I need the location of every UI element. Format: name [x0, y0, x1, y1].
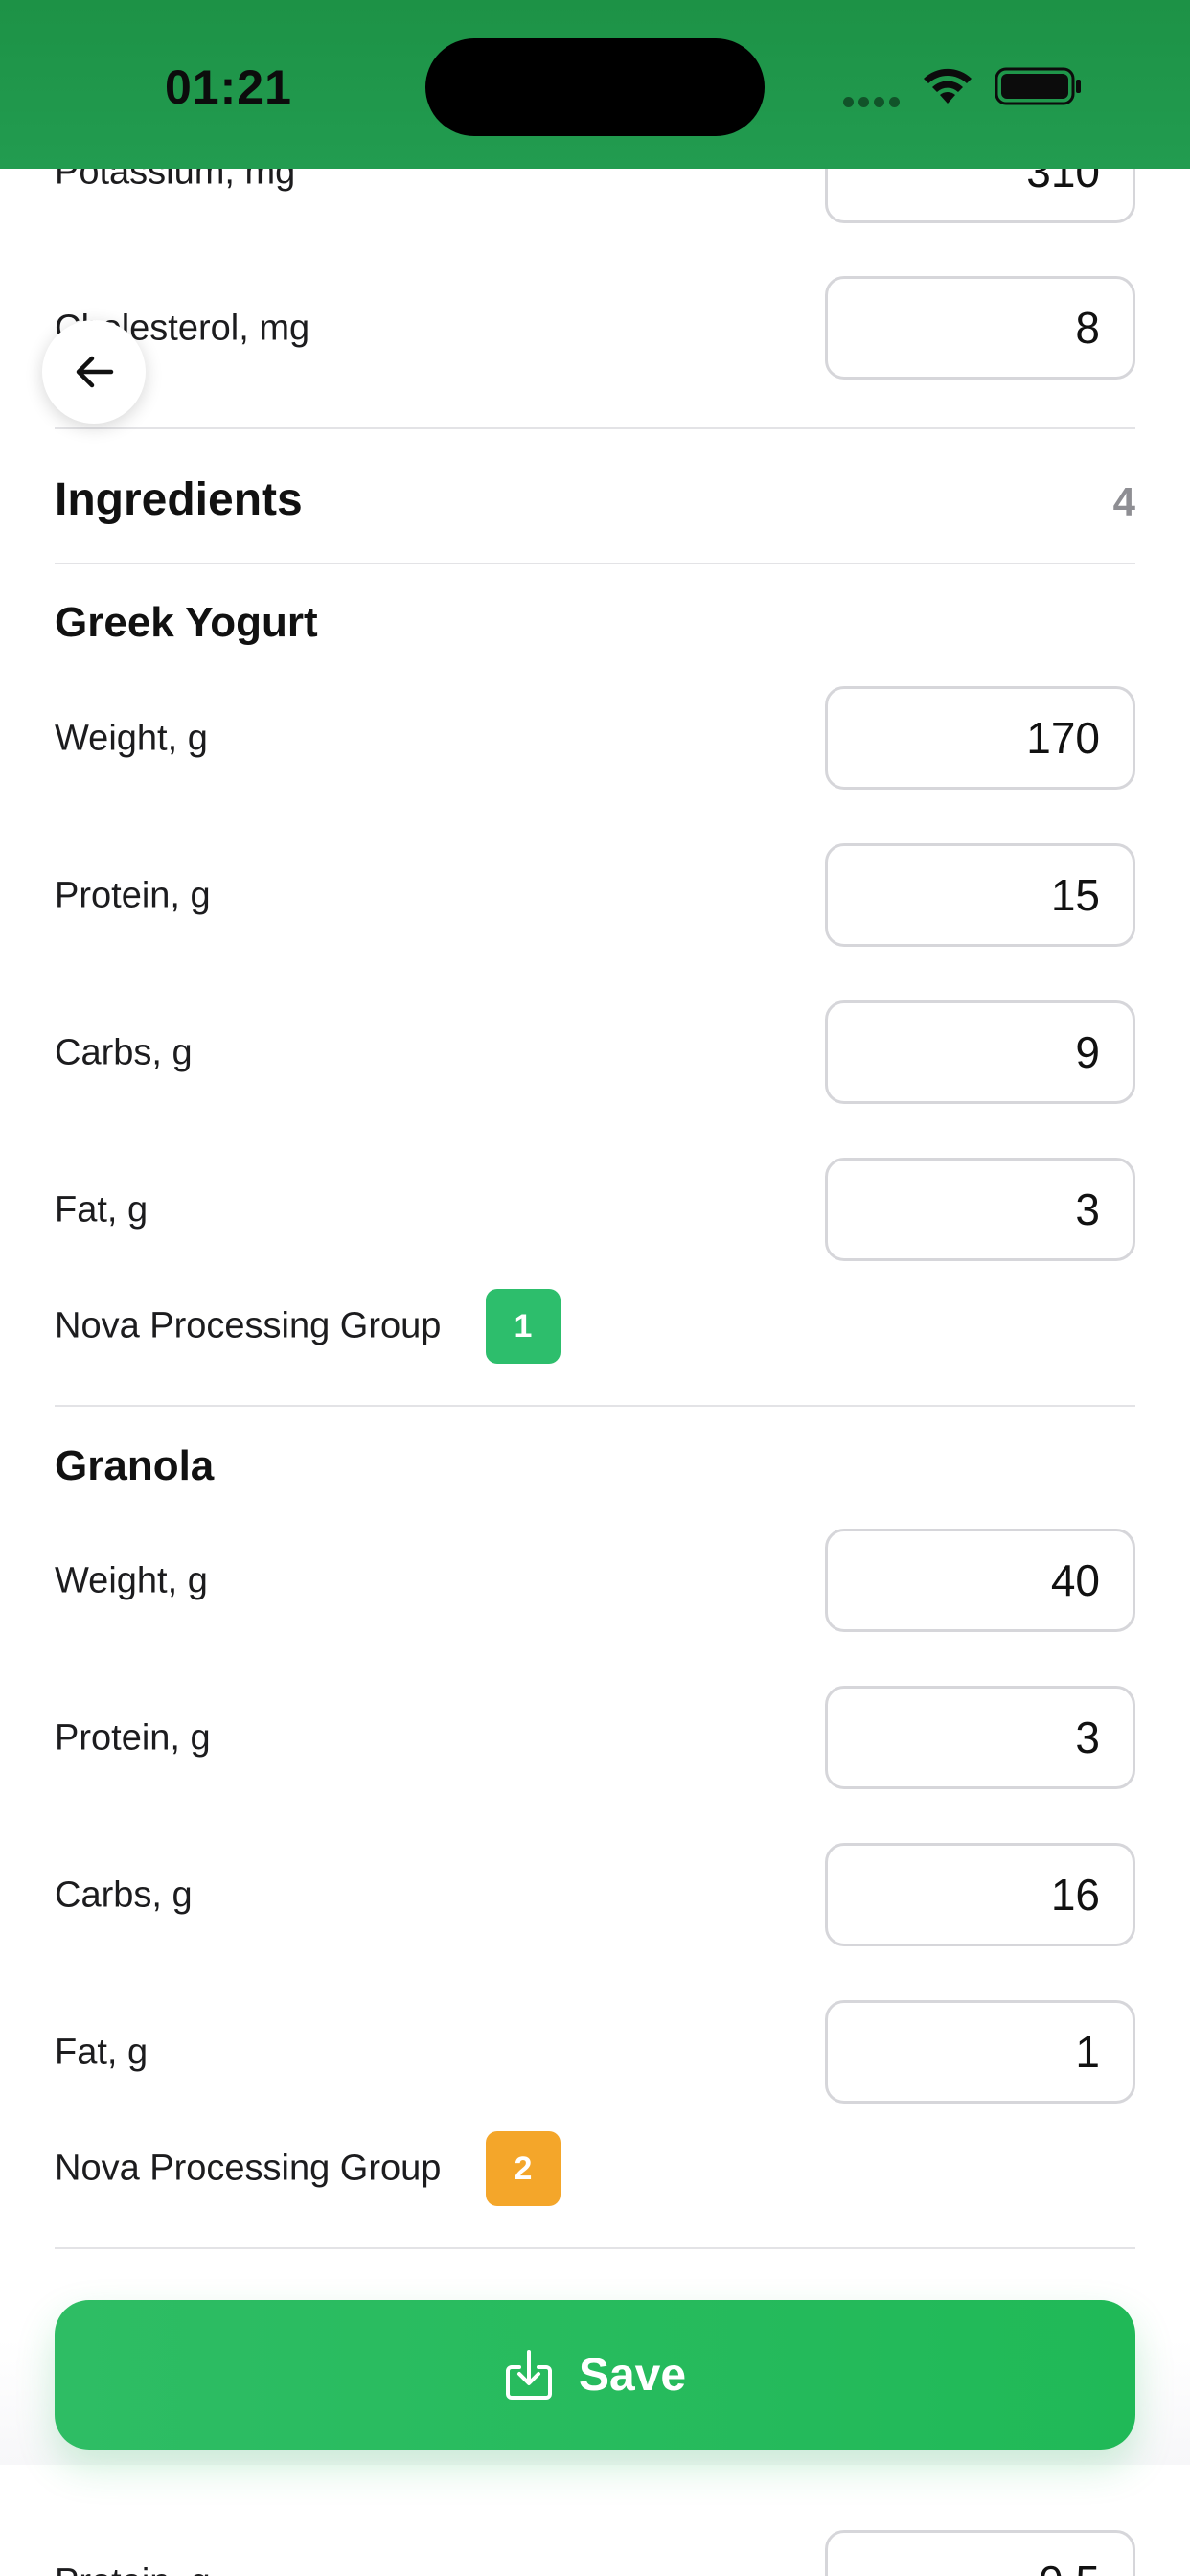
cellular-signal-icon [843, 95, 904, 107]
nova-group-row: Nova Processing Group 2 [55, 2131, 725, 2206]
row-label: Protein, g [55, 2563, 211, 2576]
ingredient-field-row: Carbs, g [55, 1000, 1135, 1106]
protein-input[interactable] [825, 1686, 1135, 1789]
ingredient-name: Granola [55, 1442, 215, 1489]
nova-group-badge: 1 [486, 1289, 561, 1364]
save-button[interactable]: Save [55, 2300, 1135, 2450]
nova-group-badge: 2 [486, 2131, 561, 2206]
status-time: 01:21 [165, 60, 292, 114]
dynamic-island [425, 38, 765, 136]
ingredient-field-row: Fat, g [55, 1158, 1135, 1263]
ingredient-field-row: Carbs, g [55, 1843, 1135, 1948]
weight-input[interactable] [825, 1529, 1135, 1632]
row-label: Protein, g [55, 1717, 211, 1759]
arrow-left-icon [76, 356, 114, 388]
row-label: Potassium, mg [55, 169, 296, 193]
divider [55, 427, 1135, 429]
nutrient-row-potassium: Potassium, mg [55, 169, 1135, 225]
back-button[interactable] [42, 320, 146, 424]
carbs-input[interactable] [825, 1843, 1135, 1946]
row-label: Carbs, g [55, 1032, 193, 1073]
ingredient-field-row: Protein, g [55, 843, 1135, 949]
save-label: Save [578, 2349, 687, 2401]
row-label: Protein, g [55, 875, 211, 916]
protein-input[interactable] [825, 2530, 1135, 2576]
divider [55, 2247, 1135, 2249]
form-sheet: Potassium, mg Cholesterol, mg Ingredient… [0, 169, 1190, 2576]
nova-label: Nova Processing Group [55, 1305, 442, 1346]
divider [55, 563, 1135, 564]
row-label: Fat, g [55, 1189, 149, 1230]
row-label: Fat, g [55, 2032, 149, 2073]
row-label: Weight, g [55, 718, 208, 759]
status-bar: 01:21 [0, 0, 1190, 169]
ingredient-name: Greek Yogurt [55, 599, 318, 646]
weight-input[interactable] [825, 686, 1135, 790]
ingredient-field-row: Weight, g [55, 1529, 1135, 1634]
nutrient-row-cholesterol: Cholesterol, mg [55, 276, 1135, 381]
carbs-input[interactable] [825, 1000, 1135, 1104]
potassium-input[interactable] [825, 169, 1135, 223]
ingredients-count: 4 [1112, 479, 1135, 524]
ingredient-field-row: Fat, g [55, 2000, 1135, 2105]
download-save-icon [505, 2350, 552, 2400]
cholesterol-input[interactable] [825, 276, 1135, 380]
ingredients-title: Ingredients [55, 474, 303, 525]
ingredient-field-row: Weight, g [55, 686, 1135, 792]
wifi-icon [924, 68, 972, 104]
divider [55, 1405, 1135, 1407]
nova-group-row: Nova Processing Group 1 [55, 1289, 725, 1364]
battery-icon [995, 67, 1081, 105]
protein-input[interactable] [825, 843, 1135, 947]
fat-input[interactable] [825, 2000, 1135, 2104]
row-label: Carbs, g [55, 1874, 193, 1916]
ingredient-field-row: Protein, g [55, 1686, 1135, 1791]
nova-label: Nova Processing Group [55, 2148, 442, 2189]
fat-input[interactable] [825, 1158, 1135, 1261]
ingredient-field-row: Protein, g [55, 2530, 1135, 2576]
row-label: Weight, g [55, 1560, 208, 1601]
